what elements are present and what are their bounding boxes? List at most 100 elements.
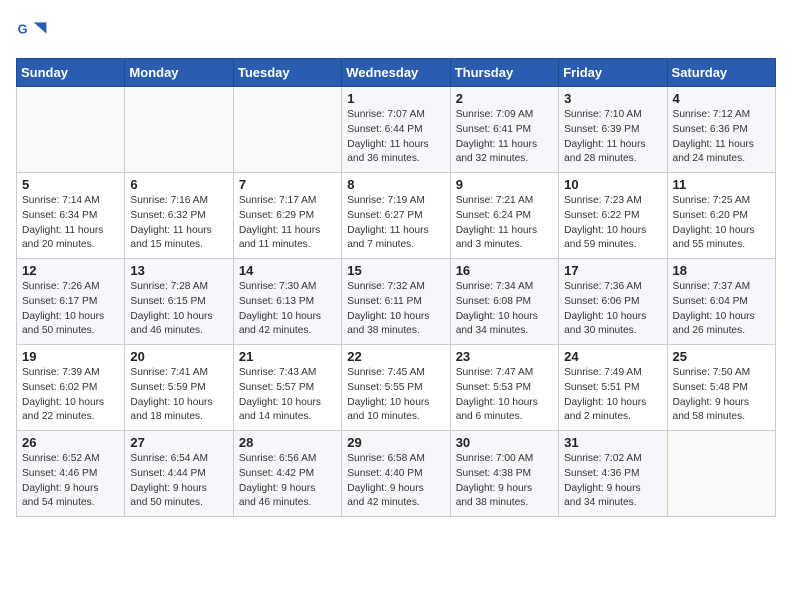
col-header-thursday: Thursday	[450, 59, 558, 87]
day-number: 9	[456, 177, 553, 192]
calendar-cell: 2 Sunrise: 7:09 AM Sunset: 6:41 PM Daylig…	[450, 87, 558, 173]
calendar-cell: 18Sunrise: 7:37 AM Sunset: 6:04 PM Dayli…	[667, 259, 775, 345]
day-number: 14	[239, 263, 336, 278]
calendar-cell: 29 Sunrise: 6:58 AM Sunset: 4:40 PM Dayli…	[342, 431, 450, 517]
page-header: G	[16, 16, 776, 48]
col-header-saturday: Saturday	[667, 59, 775, 87]
calendar-cell: 22 Sunrise: 7:45 AM Sunset: 5:55 PM Dayli…	[342, 345, 450, 431]
day-info: Sunrise: 7:43 AM Sunset: 5:57 PM Dayligh…	[239, 366, 336, 425]
day-number: 24	[564, 349, 661, 364]
day-number: 26	[22, 435, 119, 450]
calendar-cell	[667, 431, 775, 517]
day-info: Sunrise: 6:52 AM Sunset: 4:46 PM Dayligh…	[22, 452, 119, 511]
day-number: 31	[564, 435, 661, 450]
day-number: 6	[130, 177, 227, 192]
calendar-cell: 15 Sunrise: 7:32 AM Sunset: 6:11 PM Dayli…	[342, 259, 450, 345]
calendar-cell: 11Sunrise: 7:25 AM Sunset: 6:20 PM Dayli…	[667, 173, 775, 259]
day-info: Sunrise: 7:25 AM Sunset: 6:20 PM Dayligh…	[673, 194, 770, 253]
logo: G	[16, 16, 52, 48]
day-info: Sunrise: 7:41 AM Sunset: 5:59 PM Dayligh…	[130, 366, 227, 425]
calendar-cell: 9 Sunrise: 7:21 AM Sunset: 6:24 PM Daylig…	[450, 173, 558, 259]
day-number: 19	[22, 349, 119, 364]
calendar-cell: 13 Sunrise: 7:28 AM Sunset: 6:15 PM Dayli…	[125, 259, 233, 345]
day-info: Sunrise: 7:10 AM Sunset: 6:39 PM Dayligh…	[564, 108, 661, 167]
day-info: Sunrise: 7:32 AM Sunset: 6:11 PM Dayligh…	[347, 280, 444, 339]
calendar-cell: 24 Sunrise: 7:49 AM Sunset: 5:51 PM Dayli…	[559, 345, 667, 431]
calendar-cell: 10Sunrise: 7:23 AM Sunset: 6:22 PM Dayli…	[559, 173, 667, 259]
day-number: 23	[456, 349, 553, 364]
day-info: Sunrise: 7:30 AM Sunset: 6:13 PM Dayligh…	[239, 280, 336, 339]
day-info: Sunrise: 7:00 AM Sunset: 4:38 PM Dayligh…	[456, 452, 553, 511]
calendar-cell: 28Sunrise: 6:56 AM Sunset: 4:42 PM Dayli…	[233, 431, 341, 517]
day-info: Sunrise: 7:39 AM Sunset: 6:02 PM Dayligh…	[22, 366, 119, 425]
day-info: Sunrise: 7:26 AM Sunset: 6:17 PM Dayligh…	[22, 280, 119, 339]
col-header-wednesday: Wednesday	[342, 59, 450, 87]
calendar-cell: 8 Sunrise: 7:19 AM Sunset: 6:27 PM Daylig…	[342, 173, 450, 259]
day-info: Sunrise: 7:09 AM Sunset: 6:41 PM Dayligh…	[456, 108, 553, 167]
day-number: 15	[347, 263, 444, 278]
day-info: Sunrise: 7:17 AM Sunset: 6:29 PM Dayligh…	[239, 194, 336, 253]
day-number: 17	[564, 263, 661, 278]
calendar-cell: 20 Sunrise: 7:41 AM Sunset: 5:59 PM Dayli…	[125, 345, 233, 431]
day-number: 12	[22, 263, 119, 278]
calendar-cell: 31 Sunrise: 7:02 AM Sunset: 4:36 PM Dayli…	[559, 431, 667, 517]
calendar-cell: 17 Sunrise: 7:36 AM Sunset: 6:06 PM Dayli…	[559, 259, 667, 345]
day-info: Sunrise: 7:36 AM Sunset: 6:06 PM Dayligh…	[564, 280, 661, 339]
day-number: 2	[456, 91, 553, 106]
day-info: Sunrise: 7:02 AM Sunset: 4:36 PM Dayligh…	[564, 452, 661, 511]
col-header-friday: Friday	[559, 59, 667, 87]
calendar-cell: 6 Sunrise: 7:16 AM Sunset: 6:32 PM Daylig…	[125, 173, 233, 259]
day-number: 4	[673, 91, 770, 106]
calendar-cell: 4Sunrise: 7:12 AM Sunset: 6:36 PM Daylig…	[667, 87, 775, 173]
day-number: 13	[130, 263, 227, 278]
day-info: Sunrise: 7:45 AM Sunset: 5:55 PM Dayligh…	[347, 366, 444, 425]
day-number: 16	[456, 263, 553, 278]
logo-icon: G	[16, 16, 48, 48]
day-info: Sunrise: 7:34 AM Sunset: 6:08 PM Dayligh…	[456, 280, 553, 339]
day-info: Sunrise: 7:49 AM Sunset: 5:51 PM Dayligh…	[564, 366, 661, 425]
calendar-cell: 25 Sunrise: 7:50 AM Sunset: 5:48 PM Dayli…	[667, 345, 775, 431]
calendar-cell	[17, 87, 125, 173]
day-number: 20	[130, 349, 227, 364]
calendar-cell	[125, 87, 233, 173]
col-header-tuesday: Tuesday	[233, 59, 341, 87]
calendar-cell: 3 Sunrise: 7:10 AM Sunset: 6:39 PM Daylig…	[559, 87, 667, 173]
calendar-cell: 23 Sunrise: 7:47 AM Sunset: 5:53 PM Dayli…	[450, 345, 558, 431]
day-info: Sunrise: 7:21 AM Sunset: 6:24 PM Dayligh…	[456, 194, 553, 253]
day-number: 8	[347, 177, 444, 192]
day-info: Sunrise: 6:54 AM Sunset: 4:44 PM Dayligh…	[130, 452, 227, 511]
calendar-cell: 7 Sunrise: 7:17 AM Sunset: 6:29 PM Daylig…	[233, 173, 341, 259]
calendar-cell: 30 Sunrise: 7:00 AM Sunset: 4:38 PM Dayli…	[450, 431, 558, 517]
day-number: 22	[347, 349, 444, 364]
day-info: Sunrise: 7:28 AM Sunset: 6:15 PM Dayligh…	[130, 280, 227, 339]
calendar-cell: 21 Sunrise: 7:43 AM Sunset: 5:57 PM Dayli…	[233, 345, 341, 431]
day-info: Sunrise: 7:16 AM Sunset: 6:32 PM Dayligh…	[130, 194, 227, 253]
svg-text:G: G	[18, 22, 28, 37]
day-number: 30	[456, 435, 553, 450]
day-number: 3	[564, 91, 661, 106]
day-number: 7	[239, 177, 336, 192]
day-number: 21	[239, 349, 336, 364]
calendar-cell: 5Sunrise: 7:14 AM Sunset: 6:34 PM Daylig…	[17, 173, 125, 259]
calendar-cell: 27Sunrise: 6:54 AM Sunset: 4:44 PM Dayli…	[125, 431, 233, 517]
calendar-cell: 14 Sunrise: 7:30 AM Sunset: 6:13 PM Dayli…	[233, 259, 341, 345]
col-header-sunday: Sunday	[17, 59, 125, 87]
col-header-monday: Monday	[125, 59, 233, 87]
day-number: 25	[673, 349, 770, 364]
calendar-cell: 19 Sunrise: 7:39 AM Sunset: 6:02 PM Dayli…	[17, 345, 125, 431]
day-info: Sunrise: 7:19 AM Sunset: 6:27 PM Dayligh…	[347, 194, 444, 253]
calendar-cell	[233, 87, 341, 173]
day-info: Sunrise: 6:58 AM Sunset: 4:40 PM Dayligh…	[347, 452, 444, 511]
day-info: Sunrise: 7:14 AM Sunset: 6:34 PM Dayligh…	[22, 194, 119, 253]
day-number: 1	[347, 91, 444, 106]
calendar-cell: 16 Sunrise: 7:34 AM Sunset: 6:08 PM Dayli…	[450, 259, 558, 345]
day-info: Sunrise: 7:07 AM Sunset: 6:44 PM Dayligh…	[347, 108, 444, 167]
calendar-cell: 12 Sunrise: 7:26 AM Sunset: 6:17 PM Dayli…	[17, 259, 125, 345]
day-info: Sunrise: 7:47 AM Sunset: 5:53 PM Dayligh…	[456, 366, 553, 425]
day-info: Sunrise: 7:37 AM Sunset: 6:04 PM Dayligh…	[673, 280, 770, 339]
day-info: Sunrise: 7:50 AM Sunset: 5:48 PM Dayligh…	[673, 366, 770, 425]
day-number: 29	[347, 435, 444, 450]
calendar-table: SundayMondayTuesdayWednesdayThursdayFrid…	[16, 58, 776, 517]
calendar-cell: 26 Sunrise: 6:52 AM Sunset: 4:46 PM Dayli…	[17, 431, 125, 517]
calendar-cell: 1 Sunrise: 7:07 AM Sunset: 6:44 PM Daylig…	[342, 87, 450, 173]
